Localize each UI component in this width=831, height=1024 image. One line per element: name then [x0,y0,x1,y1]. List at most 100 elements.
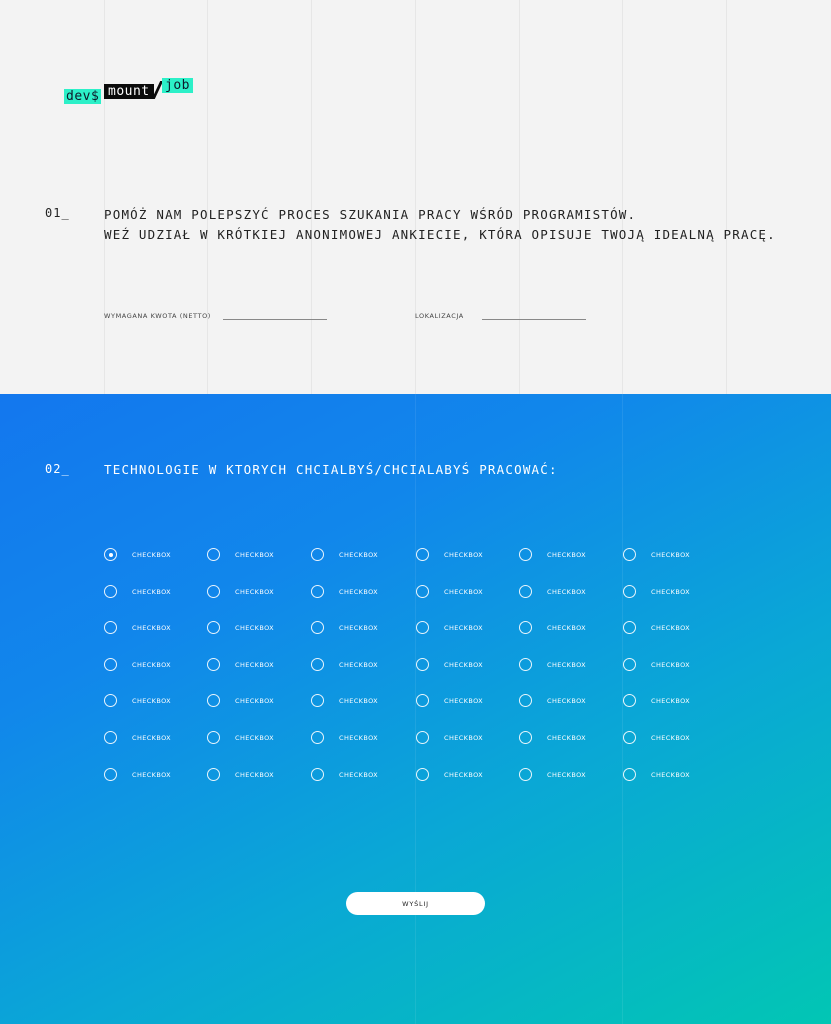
technology-checkbox[interactable]: CHECKBOX [311,548,378,561]
radio-circle-icon[interactable] [311,658,324,671]
radio-circle-icon[interactable] [623,768,636,781]
checkbox-label: CHECKBOX [339,587,379,596]
radio-circle-icon[interactable] [207,585,220,598]
radio-circle-icon[interactable] [519,585,532,598]
technology-checkbox[interactable]: CHECKBOX [416,548,483,561]
checkbox-label: CHECKBOX [235,623,275,632]
radio-circle-icon[interactable] [207,548,220,561]
technology-checkbox[interactable]: CHECKBOX [311,694,378,707]
radio-circle-icon[interactable] [519,694,532,707]
technology-checkbox[interactable]: CHECKBOX [416,694,483,707]
radio-circle-icon[interactable] [623,658,636,671]
checkbox-label: CHECKBOX [547,770,587,779]
radio-circle-icon[interactable] [104,768,117,781]
technology-checkbox[interactable]: CHECKBOX [311,731,378,744]
radio-circle-icon[interactable] [519,731,532,744]
checkbox-label: CHECKBOX [547,587,587,596]
technology-checkbox[interactable]: CHECKBOX [207,768,274,781]
technology-checkbox[interactable]: CHECKBOX [519,621,586,634]
radio-circle-icon[interactable] [207,621,220,634]
radio-circle-icon[interactable] [623,694,636,707]
radio-circle-icon[interactable] [623,621,636,634]
technology-checkbox[interactable]: CHECKBOX [104,768,171,781]
technology-checkbox[interactable]: CHECKBOX [623,768,690,781]
radio-circle-icon[interactable] [104,658,117,671]
technology-checkbox[interactable]: CHECKBOX [519,585,586,598]
technology-checkbox[interactable]: CHECKBOX [519,731,586,744]
technology-checkbox[interactable]: CHECKBOX [207,548,274,561]
technology-checkbox[interactable]: CHECKBOX [311,768,378,781]
radio-circle-icon[interactable] [519,768,532,781]
technology-checkbox[interactable]: CHECKBOX [104,621,171,634]
radio-circle-icon[interactable] [416,585,429,598]
checkbox-label: CHECKBOX [547,660,587,669]
radio-circle-icon[interactable] [104,585,117,598]
radio-circle-icon[interactable] [623,548,636,561]
radio-circle-icon[interactable] [416,694,429,707]
technology-checkbox[interactable]: CHECKBOX [207,694,274,707]
technology-checkbox[interactable]: CHECKBOX [207,658,274,671]
intro-text: POMÓŻ NAM POLEPSZYĆ PROCES SZUKANIA PRAC… [104,205,776,244]
technology-checkbox[interactable]: CHECKBOX [416,585,483,598]
salary-input[interactable] [222,312,327,320]
technology-checkbox[interactable]: CHECKBOX [104,731,171,744]
radio-circle-icon[interactable] [416,621,429,634]
radio-circle-icon[interactable] [104,694,117,707]
radio-circle-icon[interactable] [416,548,429,561]
radio-circle-icon[interactable] [311,548,324,561]
logo-dev: dev$ [64,89,102,104]
radio-circle-icon[interactable] [623,585,636,598]
technology-checkbox[interactable]: CHECKBOX [623,585,690,598]
radio-circle-icon[interactable] [311,694,324,707]
radio-circle-icon[interactable] [519,621,532,634]
technology-checkbox[interactable]: CHECKBOX [623,694,690,707]
radio-circle-icon[interactable] [207,694,220,707]
location-input[interactable] [481,312,586,320]
radio-circle-icon[interactable] [207,731,220,744]
technology-checkbox[interactable]: CHECKBOX [416,658,483,671]
devsmount-job-logo[interactable]: dev$ mount job [64,78,194,106]
technology-checkbox[interactable]: CHECKBOX [311,585,378,598]
radio-circle-icon[interactable] [104,621,117,634]
technology-checkbox[interactable]: CHECKBOX [623,548,690,561]
technology-checkbox[interactable]: CHECKBOX [311,658,378,671]
checkbox-label: CHECKBOX [132,696,172,705]
technology-checkbox[interactable]: CHECKBOX [104,694,171,707]
technology-checkbox[interactable]: CHECKBOX [416,731,483,744]
radio-circle-icon[interactable] [519,548,532,561]
submit-button[interactable]: WYŚLIJ [346,892,485,915]
technology-checkbox[interactable]: CHECKBOX [623,621,690,634]
technology-checkbox[interactable]: CHECKBOX [104,658,171,671]
technology-checkbox[interactable]: CHECKBOX [207,731,274,744]
radio-circle-icon[interactable] [207,658,220,671]
radio-circle-icon[interactable] [416,731,429,744]
salary-field: WYMAGANA KWOTA (NETTO) [104,312,327,320]
radio-circle-icon[interactable] [519,658,532,671]
checkbox-label: CHECKBOX [132,770,172,779]
technology-checkbox[interactable]: CHECKBOX [416,768,483,781]
technology-checkbox[interactable]: CHECKBOX [207,621,274,634]
radio-circle-icon[interactable] [104,548,117,561]
radio-circle-icon[interactable] [311,768,324,781]
section-number: 02_ [45,462,70,476]
technology-checkbox[interactable]: CHECKBOX [207,585,274,598]
radio-circle-icon[interactable] [311,621,324,634]
technology-checkbox[interactable]: CHECKBOX [623,658,690,671]
radio-circle-icon[interactable] [311,585,324,598]
technology-checkbox[interactable]: CHECKBOX [519,694,586,707]
radio-circle-icon[interactable] [311,731,324,744]
technology-checkbox[interactable]: CHECKBOX [311,621,378,634]
technology-checkbox[interactable]: CHECKBOX [104,585,171,598]
technology-checkbox[interactable]: CHECKBOX [623,731,690,744]
radio-circle-icon[interactable] [623,731,636,744]
radio-circle-icon[interactable] [416,658,429,671]
radio-circle-icon[interactable] [104,731,117,744]
technology-checkbox[interactable]: CHECKBOX [104,548,171,561]
radio-circle-icon[interactable] [416,768,429,781]
technology-checkbox[interactable]: CHECKBOX [519,548,586,561]
intro-line-2: WEŹ UDZIAŁ W KRÓTKIEJ ANONIMOWEJ ANKIECI… [104,226,776,242]
radio-circle-icon[interactable] [207,768,220,781]
technology-checkbox[interactable]: CHECKBOX [416,621,483,634]
technology-checkbox[interactable]: CHECKBOX [519,658,586,671]
technology-checkbox[interactable]: CHECKBOX [519,768,586,781]
